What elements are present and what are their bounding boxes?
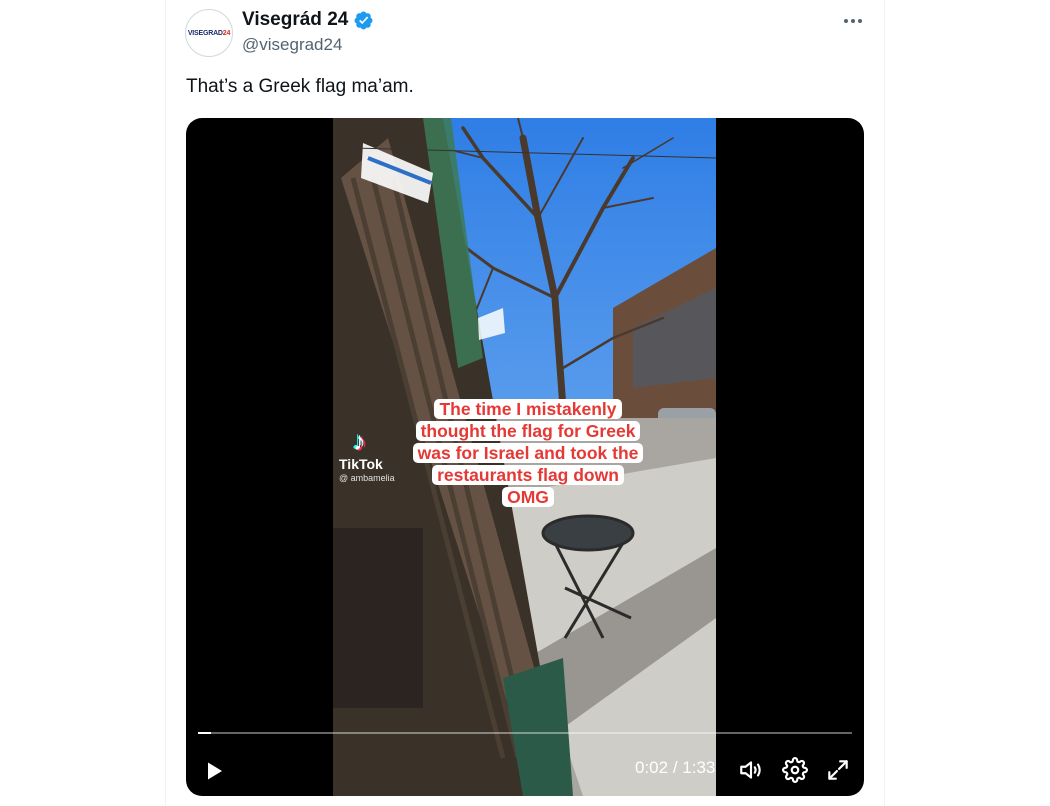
fullscreen-icon[interactable] [825, 757, 851, 783]
video-progress-bar[interactable] [198, 732, 852, 734]
tiktok-user: @ ambamelia [339, 473, 395, 483]
timeline-border-left [165, 0, 166, 806]
caption-line-1: The time I mistakenly [434, 399, 622, 419]
more-dot [851, 19, 855, 23]
video-player[interactable]: The time I mistakenly thought the flag f… [186, 118, 864, 796]
time-separator: / [672, 758, 678, 777]
current-time: 0:02 [635, 758, 669, 777]
more-dot [858, 19, 862, 23]
tiktok-note-icon: ♪ [353, 426, 366, 456]
caption-line-5: OMG [502, 487, 554, 507]
author-avatar[interactable]: VISEGRAD24 [185, 9, 233, 57]
video-caption: The time I mistakenly thought the flag f… [398, 398, 658, 508]
timeline-border-right [884, 0, 885, 806]
play-icon[interactable] [202, 759, 226, 783]
video-time: 0:02 / 1:33 [635, 758, 715, 778]
gear-icon[interactable] [782, 757, 808, 783]
volume-icon[interactable] [738, 757, 764, 783]
author-handle[interactable]: @visegrad24 [242, 35, 342, 55]
author-name[interactable]: Visegrád 24 [242, 9, 374, 31]
tiktok-name: TikTok [339, 456, 383, 472]
tweet-text: That’s a Greek flag ma’am. [186, 76, 414, 97]
caption-line-2: thought the flag for Greek [415, 421, 641, 441]
author-name-text[interactable]: Visegrád 24 [242, 9, 348, 31]
more-options-button[interactable] [836, 8, 870, 34]
duration: 1:33 [682, 758, 716, 777]
caption-line-4: restaurants flag down [432, 465, 624, 485]
tiktok-watermark: ♪ TikTok @ ambamelia [339, 428, 395, 483]
video-frame[interactable]: The time I mistakenly thought the flag f… [333, 118, 716, 796]
caption-line-3: was for Israel and took the [412, 443, 644, 463]
avatar-logo: VISEGRAD24 [187, 29, 231, 37]
more-dots-icon [844, 19, 848, 23]
verified-badge-icon [354, 11, 373, 29]
video-progress-fill [198, 732, 212, 734]
